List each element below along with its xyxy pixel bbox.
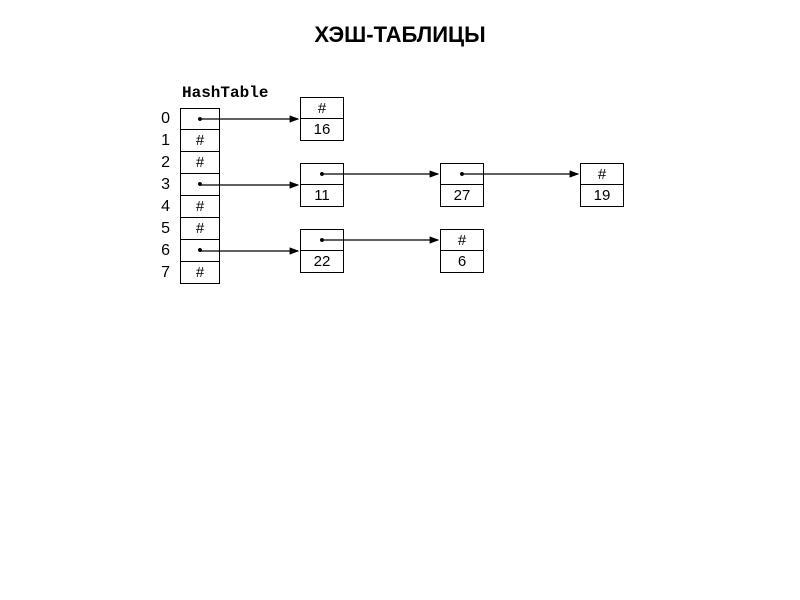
bucket-cell: # — [180, 152, 220, 174]
bucket-cell: • — [180, 108, 220, 130]
list-node: # 6 — [440, 229, 484, 273]
node-next: • — [300, 163, 344, 185]
bucket-index: 1 — [150, 132, 170, 150]
bucket-index: 4 — [150, 198, 170, 216]
node-next: # — [580, 163, 624, 185]
list-node: • 11 — [300, 163, 344, 207]
node-value: 6 — [440, 251, 484, 273]
bucket-index: 7 — [150, 264, 170, 282]
list-node: • 27 — [440, 163, 484, 207]
node-next: • — [300, 229, 344, 251]
bucket-cell: • — [180, 240, 220, 262]
bucket-index: 3 — [150, 176, 170, 194]
bucket-index: 2 — [150, 154, 170, 172]
bucket-cell: • — [180, 174, 220, 196]
node-next: # — [440, 229, 484, 251]
list-node: # 16 — [300, 97, 344, 141]
bucket-cell: # — [180, 196, 220, 218]
bucket-cell: # — [180, 218, 220, 240]
hashtable-label: HashTable — [182, 84, 268, 102]
bucket-index: 5 — [150, 220, 170, 238]
node-value: 19 — [580, 185, 624, 207]
diagram-canvas: HashTable 0 1 2 3 4 5 6 7 • # # • # # • … — [150, 108, 750, 508]
node-next: # — [300, 97, 344, 119]
bucket-index: 0 — [150, 110, 170, 128]
node-value: 27 — [440, 185, 484, 207]
node-value: 16 — [300, 119, 344, 141]
node-next: • — [440, 163, 484, 185]
node-value: 11 — [300, 185, 344, 207]
page-title: ХЭШ-ТАБЛИЦЫ — [0, 0, 800, 48]
list-node: # 19 — [580, 163, 624, 207]
bucket-cell: # — [180, 262, 220, 284]
bucket-index: 6 — [150, 242, 170, 260]
bucket-cell: # — [180, 130, 220, 152]
node-value: 22 — [300, 251, 344, 273]
list-node: • 22 — [300, 229, 344, 273]
